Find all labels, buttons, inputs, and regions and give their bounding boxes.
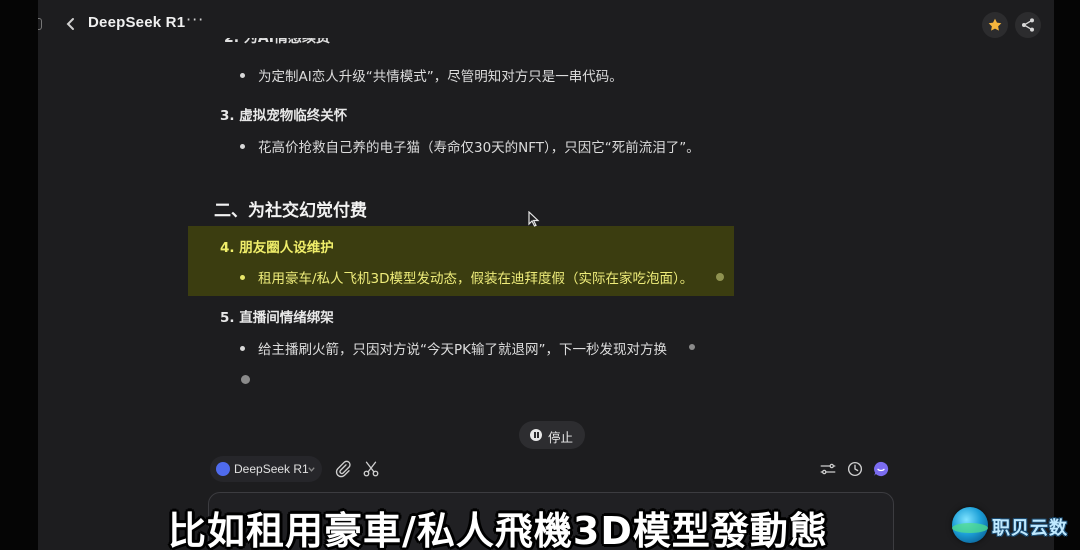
list-item: 花高价抢救自己养的电子猫（寿命仅30天的NFT），只因它“死前流泪了”。 bbox=[240, 136, 700, 156]
highlighted-item-title: 4. 朋友圈人设维护 bbox=[220, 240, 334, 256]
composer-toolbar: DeepSeek R1 bbox=[38, 452, 1054, 486]
chat-app-window: DeepSeek R1 ··· 2. 为AI情感续费 为定制AI恋人升级“共情模… bbox=[38, 0, 1054, 550]
highlighted-list-item: 租用豪车/私人飞机3D模型发动态，假装在迪拜度假（实际在家吃泡面）。 bbox=[239, 267, 694, 287]
chevron-down-icon bbox=[308, 467, 315, 472]
item-title: 5. 直播间情绪绑架 bbox=[220, 310, 334, 326]
stop-label: 停止 bbox=[548, 430, 574, 445]
pause-circle-icon bbox=[530, 429, 542, 441]
video-left-bar bbox=[0, 0, 38, 550]
bullet-text: 花高价抢救自己养的电子猫（寿命仅30天的NFT），只因它“死前流泪了”。 bbox=[258, 140, 700, 156]
inline-dot bbox=[716, 273, 724, 281]
typing-indicator-dot bbox=[689, 344, 695, 350]
cutoff-item-text: 2. 为AI情感续费 bbox=[224, 38, 330, 46]
bullet-text: 租用豪车/私人飞机3D模型发动态，假装在迪拜度假（实际在家吃泡面）。 bbox=[258, 271, 694, 287]
mouse-cursor-icon bbox=[528, 211, 540, 227]
deepseek-logo-icon bbox=[216, 462, 230, 476]
globe-logo-icon bbox=[952, 507, 988, 543]
bullet-text: 给主播刷火箭，只因对方说“今天PK输了就退网”，下一秒发现对方换 bbox=[258, 342, 667, 358]
model-selector[interactable]: DeepSeek R1 bbox=[210, 456, 322, 482]
video-subtitle: 比如租用豪車/私人飛機3D模型發動態 bbox=[168, 509, 828, 550]
assistant-icon[interactable] bbox=[872, 460, 890, 478]
watermark: 职贝云数 bbox=[948, 505, 1080, 547]
assistant-message: 2. 为AI情感续费 为定制AI恋人升级“共情模式”，尽管明知对方只是一串代码。… bbox=[38, 0, 1054, 440]
section-heading: 二、为社交幻觉付费 bbox=[214, 201, 367, 221]
cutoff-item-title: 2. 为AI情感续费 bbox=[224, 38, 374, 50]
watermark-text: 职贝云数 bbox=[992, 518, 1068, 539]
bullet-text: 为定制AI恋人升级“共情模式”，尽管明知对方只是一串代码。 bbox=[258, 69, 623, 85]
settings-sliders-icon[interactable] bbox=[819, 460, 837, 478]
typing-indicator-dot bbox=[241, 375, 250, 384]
stop-generation-button[interactable]: 停止 bbox=[519, 421, 585, 449]
list-item: 给主播刷火箭，只因对方说“今天PK输了就退网”，下一秒发现对方换 bbox=[240, 338, 667, 358]
history-clock-icon[interactable] bbox=[846, 460, 864, 478]
item-title: 3. 虚拟宠物临终关怀 bbox=[220, 108, 348, 124]
model-label: DeepSeek R1 bbox=[234, 462, 309, 476]
attach-icon[interactable] bbox=[334, 460, 352, 478]
video-right-bar bbox=[1054, 0, 1080, 550]
scissors-icon[interactable] bbox=[362, 460, 380, 478]
list-item: 为定制AI恋人升级“共情模式”，尽管明知对方只是一串代码。 bbox=[240, 65, 623, 85]
